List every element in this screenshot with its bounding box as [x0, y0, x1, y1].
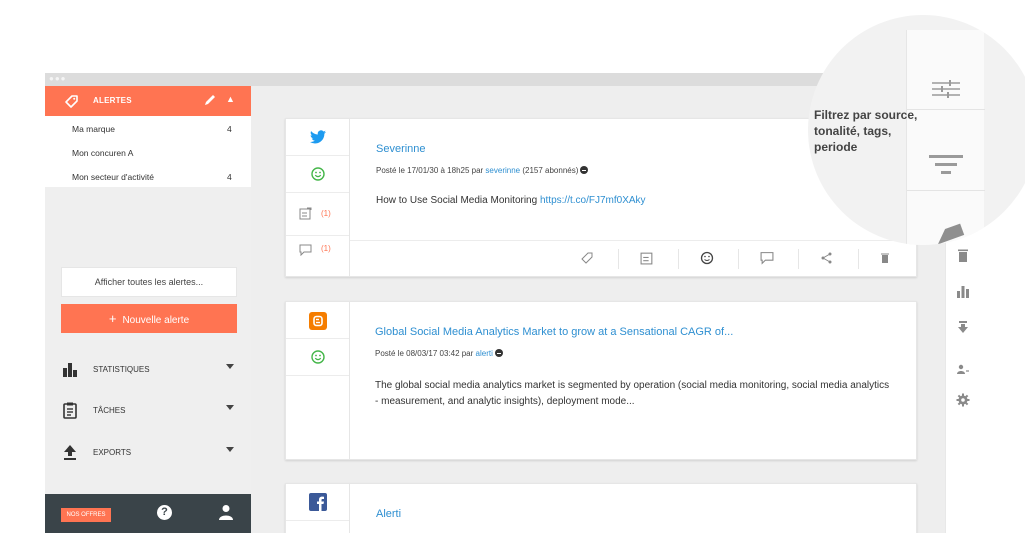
- post-link[interactable]: https://t.co/FJ7mf0XAky: [540, 195, 646, 206]
- section-label: TÂCHES: [93, 406, 126, 415]
- new-alert-button[interactable]: + Nouvelle alerte: [61, 304, 237, 333]
- post-card[interactable]: Alerti: [285, 483, 917, 533]
- task-count: (1): [321, 209, 331, 218]
- offers-button[interactable]: NOS OFFRES: [61, 508, 111, 522]
- alert-item[interactable]: Mon secteur d'activité 4: [45, 164, 251, 188]
- post-date: Posté le 08/03/17 03:42 par: [375, 349, 476, 358]
- section-label: EXPORTS: [93, 448, 132, 457]
- pencil-icon[interactable]: [203, 93, 217, 107]
- post-author-link[interactable]: severinne: [485, 166, 520, 175]
- post-title[interactable]: Severinne: [376, 143, 426, 155]
- alert-item[interactable]: Ma marque 4: [45, 116, 251, 140]
- post-followers: (2157 abonnés): [520, 166, 579, 175]
- source-cell: [286, 484, 349, 521]
- section-label: STATISTIQUES: [93, 365, 150, 374]
- smiley-positive-icon[interactable]: [311, 350, 325, 364]
- sidebar: ALERTES ▲ Ma marque 4 Mon concuren A Mon…: [45, 86, 251, 533]
- alert-count: 4: [227, 172, 232, 182]
- post-side-column: [286, 302, 350, 459]
- filter-hint-text: Filtrez par source, tonalité, tags, peri…: [814, 108, 918, 154]
- trash-icon[interactable]: [878, 251, 892, 265]
- download-icon[interactable]: [956, 320, 970, 334]
- tag-icon: [65, 95, 78, 108]
- action-divider: [798, 249, 799, 269]
- post-body: How to Use Social Media Monitoring: [376, 195, 540, 206]
- alert-label: Ma marque: [72, 124, 115, 134]
- chevron-down-icon[interactable]: [226, 447, 234, 452]
- task-icon: [299, 207, 312, 220]
- filter-icon[interactable]: [929, 153, 963, 177]
- tag-icon[interactable]: [933, 222, 965, 245]
- task-icon[interactable]: [640, 251, 654, 265]
- alerts-header[interactable]: ALERTES ▲: [45, 86, 251, 116]
- post-date: Posté le 17/01/30 à 18h25 par: [376, 166, 486, 175]
- remove-author-icon[interactable]: [494, 349, 503, 357]
- post-author-link[interactable]: alerti: [476, 349, 493, 358]
- comment-icon: [299, 244, 312, 256]
- trash-icon[interactable]: [956, 248, 970, 262]
- clipboard-icon: [63, 402, 77, 419]
- post-text: How to Use Social Media Monitoring https…: [376, 193, 896, 209]
- blogger-icon: [309, 312, 327, 330]
- magnifier-callout: Filtrez par source, tonalité, tags, peri…: [808, 15, 1025, 245]
- add-user-icon[interactable]: [956, 362, 970, 376]
- sliders-icon[interactable]: [932, 80, 960, 98]
- section-statistiques[interactable]: STATISTIQUES: [45, 357, 251, 381]
- sentiment-cell: [286, 156, 349, 193]
- alerts-title: ALERTES: [93, 96, 132, 105]
- post-title[interactable]: Global Social Media Analytics Market to …: [375, 326, 733, 338]
- chevron-down-icon[interactable]: [226, 405, 234, 410]
- post-title[interactable]: Alerti: [376, 508, 401, 520]
- action-divider: [858, 249, 859, 269]
- share-icon[interactable]: [820, 251, 834, 265]
- new-alert-label: Nouvelle alerte: [122, 315, 190, 326]
- smiley-positive-icon[interactable]: [311, 167, 325, 181]
- post-card[interactable]: Global Social Media Analytics Market to …: [285, 301, 917, 460]
- action-divider: [738, 249, 739, 269]
- action-divider: [618, 249, 619, 269]
- toolbar-divider: [907, 190, 985, 191]
- action-divider: [678, 249, 679, 269]
- comment-count: (1): [321, 244, 331, 253]
- gear-icon[interactable]: [956, 393, 970, 407]
- twitter-icon: [310, 130, 326, 144]
- bar-chart-icon[interactable]: [956, 284, 970, 298]
- remove-author-icon[interactable]: [580, 166, 589, 174]
- facebook-icon: [309, 493, 327, 511]
- alert-count: 4: [227, 124, 232, 134]
- section-exports[interactable]: EXPORTS: [45, 440, 251, 464]
- collapse-icon[interactable]: ▲: [226, 93, 235, 105]
- window-dots-icon: ●●●: [49, 74, 67, 83]
- user-icon[interactable]: [219, 504, 233, 520]
- title-bar: ●●●: [45, 73, 945, 86]
- post-meta: Posté le 08/03/17 03:42 par alerti: [375, 348, 503, 358]
- alert-label: Mon secteur d'activité: [72, 172, 154, 182]
- post-text: The global social media analytics market…: [375, 380, 890, 407]
- section-taches[interactable]: TÂCHES: [45, 398, 251, 422]
- bottom-bar: NOS OFFRES ?: [45, 494, 251, 533]
- chevron-down-icon[interactable]: [226, 364, 234, 369]
- smiley-icon[interactable]: [700, 251, 714, 265]
- source-cell: [286, 119, 349, 156]
- tasks-cell[interactable]: (1): [286, 193, 349, 236]
- post-side-column: [286, 484, 350, 533]
- upload-icon: [64, 445, 76, 460]
- show-all-alerts-button[interactable]: Afficher toutes les alertes...: [61, 267, 237, 297]
- post-meta: Posté le 17/01/30 à 18h25 par severinne …: [376, 165, 589, 175]
- sentiment-cell: [286, 339, 349, 376]
- help-icon[interactable]: ?: [157, 505, 172, 520]
- alert-label: Mon concuren A: [72, 148, 134, 158]
- comments-cell[interactable]: (1): [286, 236, 349, 276]
- comment-icon[interactable]: [760, 251, 774, 265]
- plus-icon: +: [108, 311, 117, 326]
- source-cell: [286, 302, 349, 339]
- post-side-column: (1) (1): [286, 119, 350, 276]
- alert-item[interactable]: Mon concuren A: [45, 140, 251, 164]
- alerts-list: Ma marque 4 Mon concuren A Mon secteur d…: [45, 116, 251, 187]
- tag-icon[interactable]: [580, 251, 594, 265]
- post-actions: [350, 240, 916, 276]
- bar-chart-icon: [63, 363, 77, 377]
